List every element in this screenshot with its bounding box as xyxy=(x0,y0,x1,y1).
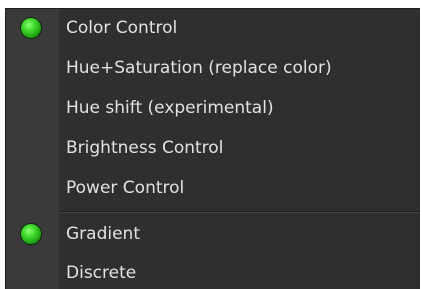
menu-item-power-control[interactable]: Power Control xyxy=(6,169,420,207)
menu-item-hue-saturation[interactable]: Hue+Saturation (replace color) xyxy=(6,49,420,87)
context-menu: Color Control Hue+Saturation (replace co… xyxy=(5,8,420,289)
menu-item-label: Gradient xyxy=(66,224,140,244)
menu-item-label: Power Control xyxy=(66,178,185,198)
menu-item-label: Brightness Control xyxy=(66,138,224,158)
menu-item-gradient[interactable]: Gradient xyxy=(6,215,420,253)
menu-item-label: Hue shift (experimental) xyxy=(66,98,274,118)
menu-item-label: Discrete xyxy=(66,263,137,283)
menu-item-hue-shift[interactable]: Hue shift (experimental) xyxy=(6,89,420,127)
menu-item-label: Color Control xyxy=(66,18,178,38)
menu-item-label: Hue+Saturation (replace color) xyxy=(66,58,332,78)
menu-item-brightness-control[interactable]: Brightness Control xyxy=(6,129,420,167)
green-led-icon xyxy=(21,18,41,38)
green-led-icon xyxy=(21,224,41,244)
menu-item-discrete[interactable]: Discrete xyxy=(6,254,420,289)
menu-item-color-control[interactable]: Color Control xyxy=(6,9,420,47)
menu-separator xyxy=(59,211,420,213)
